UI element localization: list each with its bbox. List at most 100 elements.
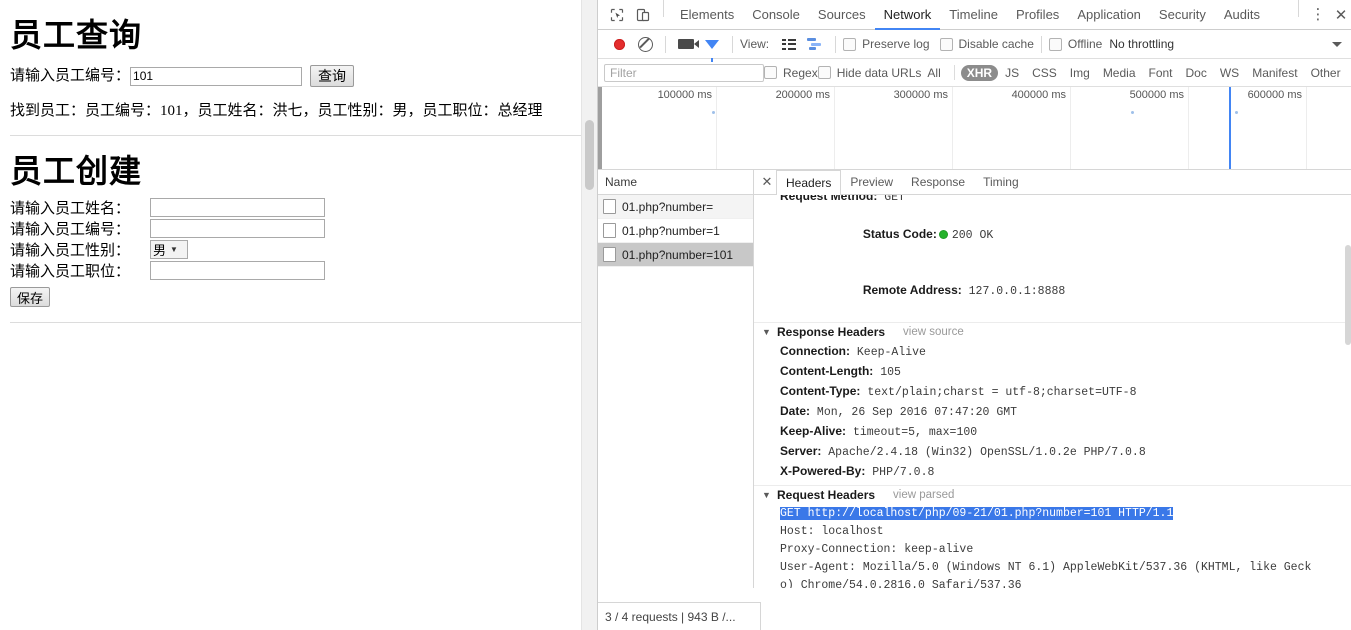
employee-number-create-label: 请输入员工编号： [10,222,131,238]
clear-icon[interactable] [632,36,658,52]
toggle-device-toolbar-icon[interactable] [630,0,656,29]
query-button[interactable]: 查询 [310,65,355,87]
request-row-selected[interactable]: 01.php?number=101 [598,243,753,267]
timeline-tick: 400000 ms [952,87,1071,169]
timeline-tick-label: 400000 ms [1011,89,1066,101]
tab-timeline[interactable]: Timeline [940,0,1007,30]
capture-screenshots-icon[interactable] [673,39,699,49]
timeline-tick-label: 500000 ms [1129,89,1184,101]
checkbox-icon [764,66,777,79]
page-scrollbar-thumb[interactable] [585,120,594,190]
request-row[interactable]: 01.php?number= [598,195,753,219]
tab-application[interactable]: Application [1068,0,1150,30]
tab-security[interactable]: Security [1150,0,1215,30]
detail-tab-timing[interactable]: Timing [974,171,1028,194]
document-icon [603,223,616,238]
employee-gender-select[interactable]: 男 ▼ [150,240,188,259]
controls-divider-3 [835,35,837,53]
filter-type-css[interactable]: CSS [1026,65,1063,81]
request-name: 01.php?number=1 [622,223,720,238]
request-line: GET http://localhost/php/09-21/01.php?nu… [754,505,1351,523]
tab-sources[interactable]: Sources [809,0,875,30]
detail-scrollbar-thumb[interactable] [1345,245,1351,345]
filter-type-img[interactable]: Img [1064,65,1096,81]
field-row-position: 请输入员工职位： [8,260,589,281]
detail-tab-preview[interactable]: Preview [841,171,902,194]
page-scrollbar[interactable] [581,0,597,630]
detail-tab-response[interactable]: Response [902,171,974,194]
close-devtools-icon[interactable]: ✕ [1330,0,1351,29]
request-method-value: GET [884,195,905,204]
preserve-log-label: Preserve log [862,37,930,51]
disable-cache-label: Disable cache [958,37,1034,51]
overview-selection-divider[interactable] [1229,87,1231,169]
request-row[interactable]: 01.php?number=1 [598,219,753,243]
offline-checkbox[interactable]: Offline [1048,37,1102,51]
employee-gender-value: 男 [153,243,167,258]
field-row-gender: 请输入员工性别： 男 ▼ [8,239,589,260]
filter-type-other[interactable]: Other [1305,65,1347,81]
devtools-tabbar: Elements Console Sources Network Timelin… [598,0,1351,30]
employee-position-input[interactable] [150,261,325,280]
view-parsed-link[interactable]: view parsed [893,486,954,505]
request-headers-section-title[interactable]: ▼ Request Headers view parsed [754,485,1351,505]
employee-number-label: 请输入员工编号： [10,68,131,84]
checkbox-icon [939,37,953,51]
tabbar-divider [663,0,664,17]
employee-name-input[interactable] [150,198,325,217]
chevron-down-icon[interactable] [1332,41,1342,47]
network-controls-bar: View: Preserve log Disable cache Offline [598,30,1351,62]
tab-profiles[interactable]: Profiles [1007,0,1068,30]
more-options-icon[interactable]: ⋮ [1306,0,1330,29]
record-button[interactable] [606,38,632,50]
preserve-log-checkbox[interactable]: Preserve log [843,37,930,51]
request-headers-title: Request Headers [777,488,876,502]
regex-checkbox[interactable]: Regex [764,66,818,80]
save-button[interactable]: 保存 [10,287,51,307]
view-source-link[interactable]: view source [903,323,964,342]
filter-type-doc[interactable]: Doc [1180,65,1213,81]
filter-funnel-icon[interactable] [699,39,725,62]
employee-number-input[interactable] [130,66,303,86]
tab-network[interactable]: Network [874,0,941,30]
controls-divider-1 [665,35,666,53]
response-headers-section-title[interactable]: ▼ Response Headers view source [754,322,1351,342]
status-ok-icon [938,229,948,239]
filter-type-all[interactable]: All [921,65,946,81]
tab-elements[interactable]: Elements [671,0,743,30]
response-header-row: X-Powered-By: PHP/7.0.8 [754,462,1351,482]
timeline-tick: 100000 ms [598,87,717,169]
filter-type-media[interactable]: Media [1097,65,1142,81]
filter-type-manifest[interactable]: Manifest [1246,65,1303,81]
requests-column-header[interactable]: Name [598,170,753,195]
waterfall-view-icon[interactable] [802,38,828,50]
employee-query-row: 请输入员工编号： 查询 [8,65,589,87]
field-row-number: 请输入员工编号： [8,218,589,239]
disable-cache-checkbox[interactable]: Disable cache [939,37,1034,51]
filter-type-xhr[interactable]: XHR [960,64,999,81]
tabbar-divider-right [1298,0,1299,17]
filter-type-js[interactable]: JS [999,65,1025,81]
detail-scrollbar[interactable] [1344,195,1351,588]
caret-down-icon: ▼ [762,327,771,337]
network-overview-timeline[interactable]: 100000 ms 200000 ms 300000 ms 400000 ms … [598,87,1351,170]
divider-1 [10,135,585,136]
filter-type-ws[interactable]: WS [1214,65,1245,81]
list-view-icon[interactable] [776,38,802,50]
throttling-select[interactable]: No throttling [1109,37,1174,51]
filter-type-font[interactable]: Font [1143,65,1179,81]
close-detail-icon[interactable]: ✕ [758,174,776,190]
tab-console[interactable]: Console [743,0,809,30]
employee-gender-label: 请输入员工性别： [10,243,131,259]
filter-input[interactable] [604,63,764,82]
inspect-element-icon[interactable] [604,0,630,29]
employee-number-create-input[interactable] [150,219,325,238]
hide-data-urls-checkbox[interactable]: Hide data URLs [817,66,921,80]
tab-audits[interactable]: Audits [1215,0,1269,30]
timeline-tick-label: 100000 ms [657,89,712,101]
header-value: PHP/7.0.8 [872,466,935,479]
detail-tab-headers[interactable]: Headers [776,170,842,195]
response-headers-title: Response Headers [777,325,886,339]
response-header-row: Content-Length: 105 [754,362,1351,382]
response-header-row: Keep-Alive: timeout=5, max=100 [754,422,1351,442]
